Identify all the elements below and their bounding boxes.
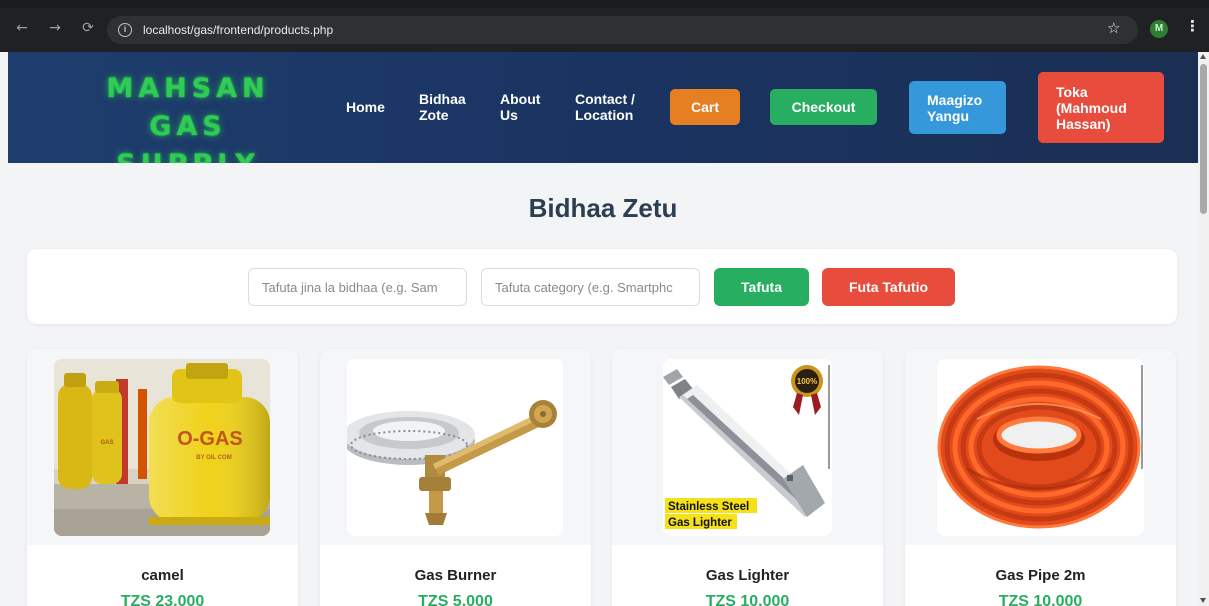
product-price: TZS 5,000 [418,593,493,606]
product-name: Gas Lighter [705,567,790,584]
gas-burner-illustration [347,359,563,536]
my-orders-button[interactable]: Maagizo Yangu [909,81,1006,134]
product-price: TZS 10,000 [998,593,1083,606]
tab-strip [0,0,1209,8]
product-price: TZS 10,000 [705,593,790,606]
logout-line-1: Toka [1056,83,1088,100]
nav-about-us[interactable]: About Us [500,91,540,123]
cylinder-sub-label: BY OIL COM [196,455,231,461]
logo-line-1: MAHSAN GAS [106,73,270,142]
category-search-input[interactable] [481,268,700,306]
scrollbar-thumb[interactable] [1200,64,1207,214]
nav-contact-line-2: Location [575,107,634,123]
gas-pipe-illustration [937,359,1144,536]
nav-bidhaa-zote[interactable]: Bidhaa Zote [419,91,466,123]
bookmark-star-icon[interactable]: ☆ [1107,19,1120,37]
product-name: Gas Pipe 2m [995,567,1086,584]
main-content: Bidhaa Zetu Tafuta Futa Tafutio GAS [8,163,1198,606]
product-card[interactable]: GAS O-GAS BY OIL COM camel TZS 23,000 [27,349,298,606]
browser-menu-icon[interactable]: ⋮ [1185,17,1200,37]
back-arrow-icon[interactable]: ← [14,20,30,36]
logout-label: Toka (Mahmoud Hassan) [1056,84,1127,132]
product-image-area [320,349,591,545]
site-info-icon[interactable]: i [118,23,132,37]
gas-lighter-illustration: 100% Stainless Steel Gas Lighter [663,359,832,536]
logout-line-2: (Mahmoud [1056,99,1127,116]
search-button[interactable]: Tafuta [714,268,809,306]
product-image-area: 100% Stainless Steel Gas Lighter [612,349,883,545]
nav-contact-location[interactable]: Contact / Location [575,91,635,123]
clear-search-button[interactable]: Futa Tafutio [822,268,955,306]
cylinder-small-label: GAS [100,440,113,446]
product-card[interactable]: Gas Pipe 2m TZS 10,000 [905,349,1176,606]
product-card[interactable]: 100% Stainless Steel Gas Lighter Gas Lig… [612,349,883,606]
checkout-button[interactable]: Checkout [770,89,877,125]
nav-about-line-2: Us [500,107,518,123]
logout-button[interactable]: Toka (Mahmoud Hassan) [1038,72,1164,143]
scroll-up-arrow-icon[interactable] [1200,54,1206,59]
orders-line-2: Yangu [927,107,970,124]
product-name: Gas Burner [414,567,497,584]
gas-cylinder-illustration: GAS O-GAS BY OIL COM [54,359,270,536]
product-name: camel [141,567,184,584]
cylinder-brand-label: O-GAS [177,428,243,450]
nav-home[interactable]: Home [346,99,385,115]
quality-badge-label: 100% [797,377,817,386]
site-header: MAHSAN GAS SUPPLY Home Bidhaa Zote About… [8,52,1198,180]
forward-arrow-icon[interactable]: → [47,20,63,36]
cart-button[interactable]: Cart [670,89,740,125]
product-image-gas-cylinder[interactable]: GAS O-GAS BY OIL COM [54,359,270,536]
product-price: TZS 23,000 [120,593,205,606]
profile-avatar[interactable]: M [1150,20,1168,38]
product-card[interactable]: Gas Burner TZS 5,000 [320,349,591,606]
logout-line-3: Hassan) [1056,115,1111,132]
nav-bidhaa-line-2: Zote [419,107,449,123]
orders-label: Maagizo Yangu [927,92,982,124]
url-text[interactable]: localhost/gas/frontend/products.php [143,22,333,38]
nav-about-line-1: About [500,91,541,107]
product-name-search-input[interactable] [248,268,467,306]
nav-bidhaa-line-1: Bidhaa [419,91,466,107]
product-image-area [905,349,1176,545]
product-image-gas-pipe[interactable] [937,359,1144,536]
orders-line-1: Maagizo [927,91,983,108]
search-panel: Tafuta Futa Tafutio [27,249,1177,324]
reload-icon[interactable]: ⟳ [80,20,96,36]
product-image-gas-lighter[interactable]: 100% Stainless Steel Gas Lighter [663,359,832,536]
page-title: Bidhaa Zetu [528,193,678,223]
browser-toolbar: ← → ⟳ i localhost/gas/frontend/products.… [0,0,1209,52]
lighter-caption-line-1: Stainless Steel [668,501,749,513]
page-scrollbar[interactable] [1198,52,1209,606]
scroll-down-arrow-icon[interactable] [1200,598,1206,603]
nav-contact-line-1: Contact / [575,91,635,107]
product-image-area: GAS O-GAS BY OIL COM [27,349,298,545]
lighter-caption-line-2: Gas Lighter [668,517,732,529]
address-bar[interactable]: i localhost/gas/frontend/products.php [107,16,1138,44]
product-image-gas-burner[interactable] [347,359,563,536]
